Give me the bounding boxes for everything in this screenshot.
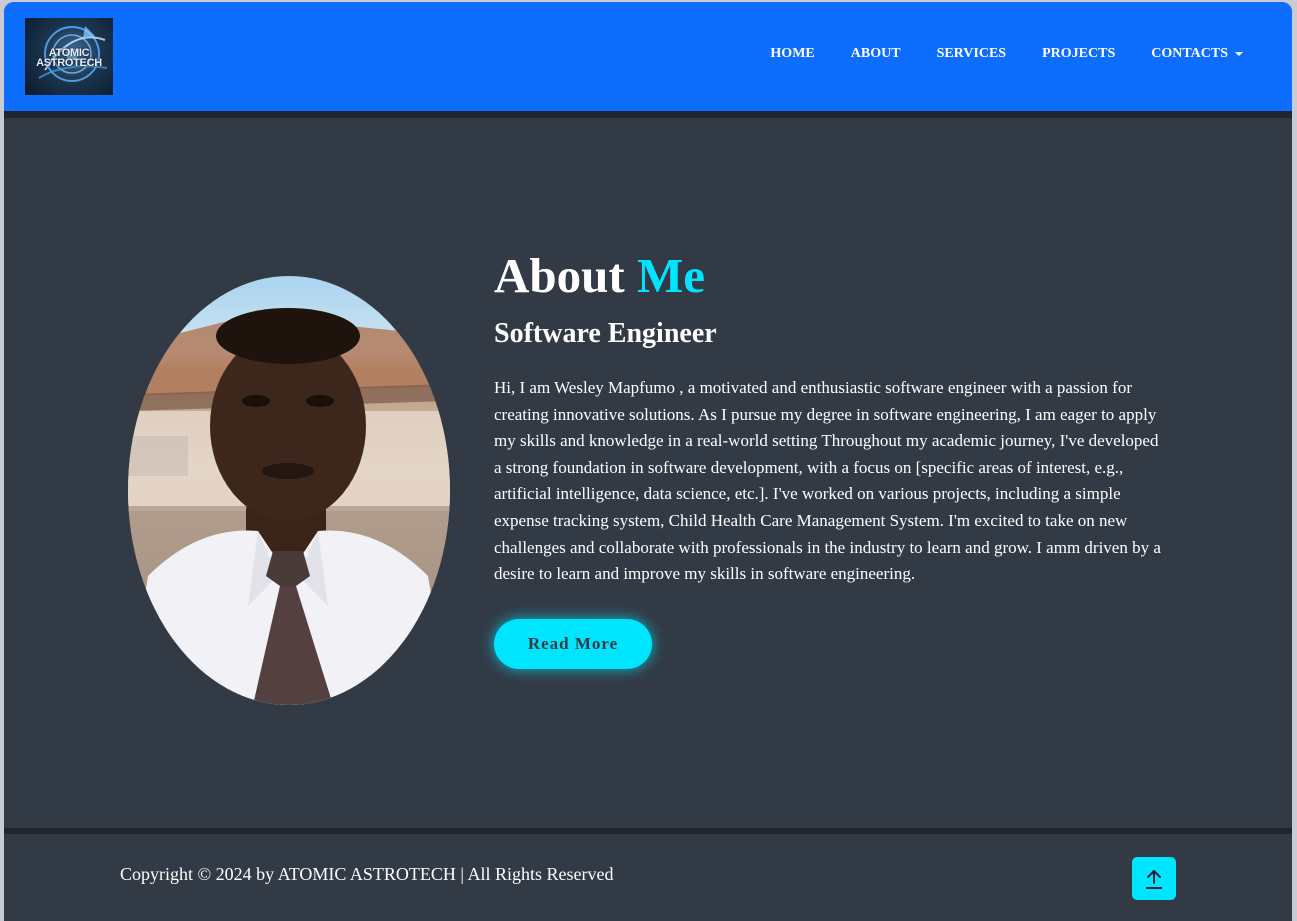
arrow-up-icon [1146,869,1162,889]
heading-main: About [494,248,625,303]
profile-photo [128,276,450,705]
navbar: ATOMIC ASTROTECH HOME ABOUT SERVICES PRO… [4,2,1292,111]
nav-services[interactable]: SERVICES [937,46,1007,62]
nav-services-label: SERVICES [936,46,1007,61]
read-more-button[interactable]: Read More [494,619,652,669]
site-logo[interactable]: ATOMIC ASTROTECH [25,18,113,95]
nav-contacts-dropdown[interactable]: CONTACTS [1151,46,1243,62]
scroll-to-top-button[interactable] [1132,857,1176,900]
nav-projects[interactable]: PROJECTS [1042,46,1115,62]
copyright-text: Copyright © 2024 by ATOMIC ASTROTECH | A… [120,864,614,884]
footer-divider [4,828,1292,834]
page-frame: ATOMIC ASTROTECH HOME ABOUT SERVICES PRO… [4,2,1292,921]
nav-home[interactable]: HOME [770,46,814,62]
logo-text: ATOMIC ASTROTECH [29,48,109,69]
nav-about[interactable]: ABOUT [851,46,901,62]
logo-line-2: ASTROTECH [36,57,102,69]
nav-about-label: ABOUT [850,46,901,61]
bio-paragraph: Hi, I am Wesley Mapfumo , a motivated an… [494,378,1161,584]
navbar-divider [4,111,1292,118]
job-title: Software Engineer [494,318,717,349]
nav-contacts-label: CONTACTS [1151,46,1228,61]
about-heading: About Me [494,247,705,304]
heading-accent: Me [636,248,705,303]
nav-projects-label: PROJECTS [1042,46,1116,61]
caret-down-icon [1235,52,1243,56]
main-nav: HOME ABOUT SERVICES PROJECTS CONTACTS [734,46,1243,62]
nav-home-label: HOME [770,46,815,61]
portrait-illustration [128,308,450,705]
